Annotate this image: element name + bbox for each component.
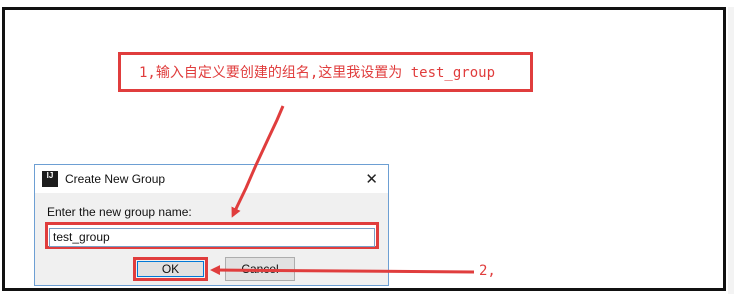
- arrow-to-ok: [210, 265, 475, 276]
- arrow-to-input: [231, 105, 285, 218]
- annotation-arrows: [210, 105, 475, 276]
